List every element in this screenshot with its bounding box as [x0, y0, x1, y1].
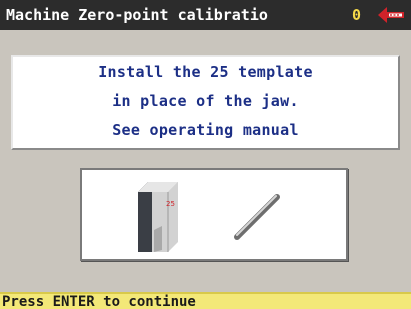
window-title: Machine Zero-point calibratio [6, 6, 268, 24]
instruction-panel: Install the 25 template in place of the … [11, 55, 400, 150]
illustration-panel: 25 [80, 168, 348, 261]
instruction-line-3: See operating manual [112, 121, 299, 139]
status-bar: Press ENTER to continue [0, 292, 411, 309]
calibration-screen: Machine Zero-point calibratio 0 Install … [0, 0, 411, 309]
template-label: 25 [166, 200, 175, 208]
keymachine-logo-icon [377, 5, 405, 25]
instruction-line-1: Install the 25 template [98, 63, 313, 81]
title-counter: 0 [352, 6, 362, 24]
template-block-icon: 25 [138, 182, 178, 252]
probe-rod-icon [234, 194, 280, 240]
title-bar: Machine Zero-point calibratio 0 [0, 0, 411, 30]
continue-prompt: Press ENTER to continue [2, 294, 196, 309]
instruction-line-2: in place of the jaw. [112, 92, 299, 110]
